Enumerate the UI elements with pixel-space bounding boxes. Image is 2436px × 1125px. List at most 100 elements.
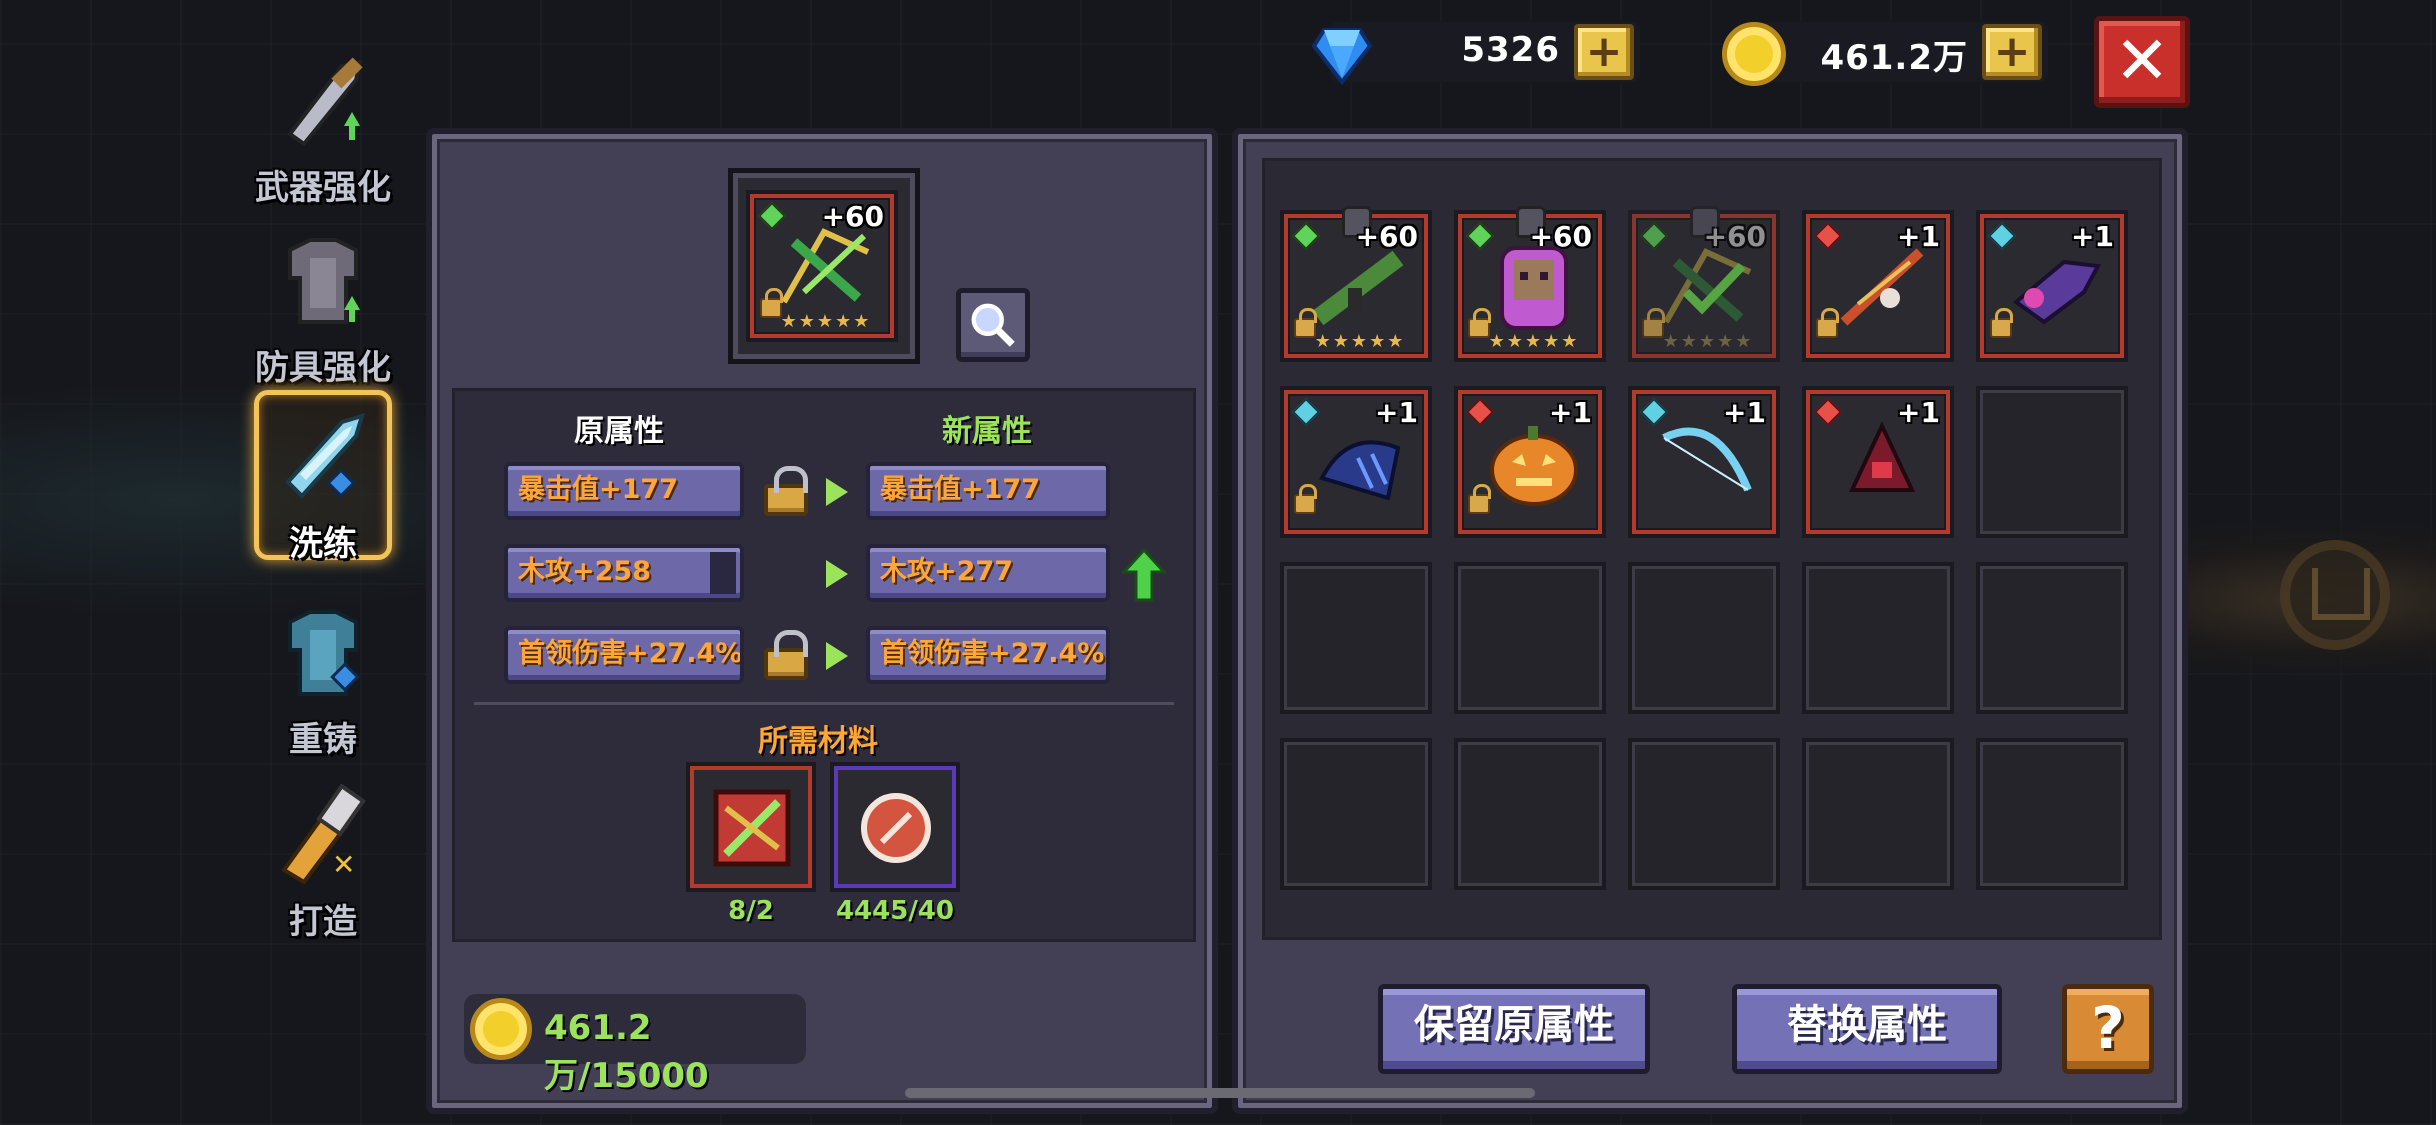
empty-slot[interactable] <box>1454 738 1606 890</box>
material-count-1: 8/2 <box>728 896 774 926</box>
purple-ghost-armor-icon <box>1500 246 1568 330</box>
home-indicator[interactable] <box>905 1088 1535 1098</box>
new-attribute-1: 暴击值+177 <box>866 462 1110 520</box>
gem-icon <box>1311 28 1373 86</box>
nav-label: 重铸 <box>289 720 357 760</box>
gem-amount: 5326 <box>1461 30 1560 70</box>
gold-amount: 461.2万 <box>1820 38 1968 78</box>
inspect-button[interactable] <box>956 288 1030 362</box>
nav-forge[interactable]: ✕ 打造 <box>248 782 398 942</box>
arrow-right-icon <box>826 478 848 506</box>
lock-icon <box>1294 484 1317 514</box>
arrow-right-icon <box>826 560 848 588</box>
green-rocket-launcher-icon <box>1312 250 1404 326</box>
empty-slot[interactable] <box>1802 562 1954 714</box>
item-stars: ★★★★★ <box>1314 331 1406 352</box>
inventory-item[interactable]: +60 ★★★★★ <box>1454 206 1606 362</box>
inventory-item[interactable]: +60 ★★★★★ <box>1628 206 1780 362</box>
selected-item-card[interactable]: +60 ★★★★★ <box>746 190 898 342</box>
new-attribute-3: 首领伤害+27.4% <box>866 626 1110 684</box>
empty-slot[interactable] <box>1976 386 2128 538</box>
new-attribute-text: 暴击值+177 <box>880 474 1040 505</box>
inventory-item[interactable]: +1 <box>1454 386 1606 538</box>
lock-icon <box>1990 308 2013 338</box>
ice-bow-icon <box>1662 427 1752 492</box>
inventory-item[interactable]: +1 <box>1802 386 1954 538</box>
keep-original-button[interactable]: 保留原属性 <box>1378 984 1650 1074</box>
empty-slot[interactable] <box>1454 562 1606 714</box>
home-icon <box>2280 540 2390 650</box>
inventory-item[interactable]: +1 <box>1628 386 1780 538</box>
help-button[interactable]: ? <box>2062 984 2154 1074</box>
pumpkin-icon <box>1490 426 1578 506</box>
nav-label: 武器强化 <box>255 168 391 208</box>
magnifier-icon <box>971 303 1015 347</box>
nav-label: 打造 <box>289 902 357 942</box>
empty-slot[interactable] <box>1280 738 1432 890</box>
inventory-item[interactable]: +1 <box>1976 210 2128 362</box>
lock-icon <box>1468 484 1491 514</box>
recast-armor-icon <box>288 610 360 696</box>
inventory-item[interactable]: +60 ★★★★★ <box>1280 206 1432 362</box>
inventory-item[interactable]: +1 <box>1802 210 1954 362</box>
replace-attributes-button[interactable]: 替换属性 <box>1732 984 2002 1074</box>
nav-recast[interactable]: 重铸 <box>248 600 398 760</box>
gold-cost-text: 461.2万/15000 <box>544 1008 709 1096</box>
item-stars: ★★★★★ <box>780 311 872 332</box>
divider <box>474 702 1174 705</box>
old-attribute-text: 木攻+258 <box>518 556 651 587</box>
green-crossbow-icon <box>781 228 870 304</box>
nav-label: 洗练 <box>289 524 357 564</box>
reforge-scroll-icon <box>713 789 791 867</box>
old-attribute-text: 暴击值+177 <box>518 474 678 505</box>
gem-counter: 5326 + <box>1311 22 1640 86</box>
empty-slot[interactable] <box>1802 738 1954 890</box>
gold-cost-bar: 461.2万/15000 <box>464 994 806 1096</box>
empty-slot[interactable] <box>1976 738 2128 890</box>
green-up-arrow-icon <box>1122 548 1166 602</box>
attribute-lock-icon[interactable] <box>764 466 808 516</box>
item-stars: ★★★★★ <box>1488 331 1580 352</box>
old-attribute-2: 木攻+258 <box>504 544 744 602</box>
gold-coin-icon <box>470 998 532 1060</box>
empty-slot[interactable] <box>1628 562 1780 714</box>
new-attribute-2: 木攻+277 <box>866 544 1110 602</box>
old-attributes-header: 原属性 <box>574 414 664 449</box>
new-attribute-text: 木攻+277 <box>880 556 1013 587</box>
add-gold-button[interactable]: + <box>1982 24 2042 80</box>
material-slot-1[interactable] <box>686 762 816 892</box>
new-attributes-header: 新属性 <box>942 414 1032 449</box>
item-stars: ★★★★★ <box>1662 331 1754 352</box>
material-count-2: 4445/40 <box>835 896 955 926</box>
new-attribute-text: 首领伤害+27.4% <box>880 638 1105 669</box>
reforge-sword-icon <box>285 413 365 499</box>
green-crossbow-icon <box>1663 248 1752 324</box>
nav-reforge[interactable]: 洗练 <box>248 390 398 564</box>
copper-disc-icon <box>861 793 931 863</box>
old-attribute-3: 首领伤害+27.4% <box>504 626 744 684</box>
red-witch-hat-icon <box>1848 421 1916 492</box>
forge-hammer-icon: ✕ <box>281 783 366 885</box>
svg-text:✕: ✕ <box>332 848 355 881</box>
empty-slot[interactable] <box>1628 738 1780 890</box>
inventory-item[interactable]: +1 <box>1280 386 1432 538</box>
old-attribute-1: 暴击值+177 <box>504 462 744 520</box>
nav-armor-upgrade[interactable]: 防具强化 <box>248 228 398 388</box>
purple-blaster-icon <box>2012 259 2102 325</box>
old-attribute-text: 首领伤害+27.4% <box>518 638 743 669</box>
close-button[interactable]: ✕ <box>2094 16 2190 108</box>
shadow-claw-icon <box>1319 440 1401 501</box>
lock-icon <box>1816 308 1839 338</box>
armor-upgrade-icon <box>288 238 360 324</box>
add-gems-button[interactable]: + <box>1574 24 1634 80</box>
nav-label: 防具强化 <box>255 348 391 388</box>
arrow-right-icon <box>826 642 848 670</box>
material-slot-2[interactable] <box>830 762 960 892</box>
attribute-lock-icon[interactable] <box>764 630 808 680</box>
empty-slot[interactable] <box>1976 562 2128 714</box>
nav-weapon-upgrade[interactable]: 武器强化 <box>248 48 398 208</box>
gold-counter: 461.2万 + <box>1722 22 2048 86</box>
fire-staff-icon <box>1840 248 1924 326</box>
gold-coin-icon <box>1722 22 1786 86</box>
empty-slot[interactable] <box>1280 562 1432 714</box>
